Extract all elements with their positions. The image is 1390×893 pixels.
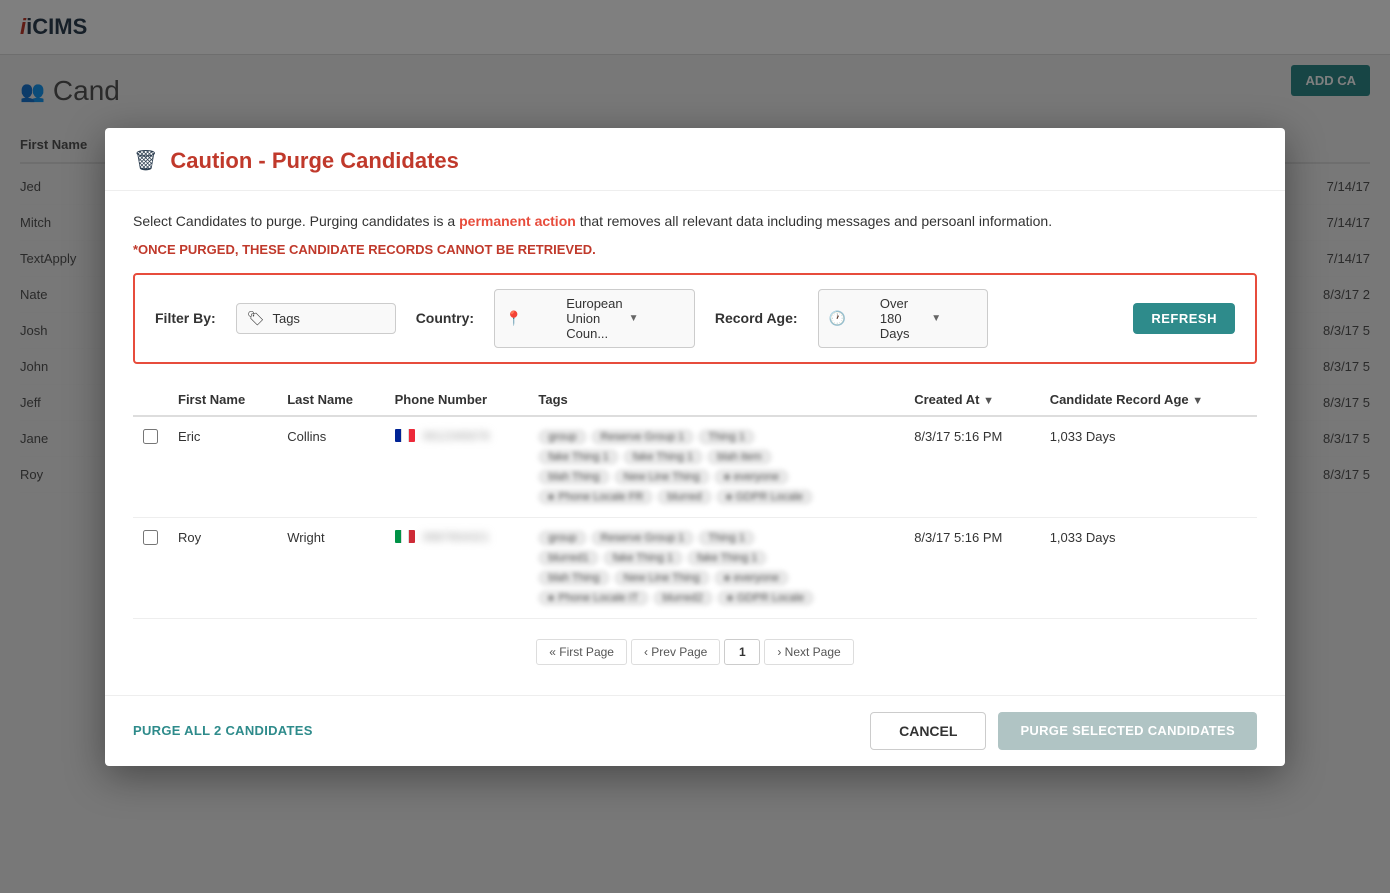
row-checkbox-eric[interactable] <box>143 429 158 444</box>
location-icon: 📍 <box>505 310 560 327</box>
record-age-cell: 1,033 Days <box>1040 416 1257 518</box>
tags-container: group Reserve Group 1 Thing 1 blurred1 f… <box>538 530 818 606</box>
record-age-label: Record Age: <box>715 310 798 326</box>
filter-box: Filter By: 🏷 Tags Country: 📍 European Un… <box>133 273 1257 364</box>
tag-pill-gdpr: GDPR Locale <box>716 489 813 505</box>
country-label: Country: <box>416 310 474 326</box>
first-page-button[interactable]: « First Page <box>536 639 627 665</box>
chevron-down-icon-age: ▼ <box>931 313 976 324</box>
tag-pill: Thing 1 <box>698 530 755 546</box>
record-age-header: Candidate Record Age ▼ <box>1040 384 1257 416</box>
table-body: Eric Collins 0612345678 <box>133 416 1257 619</box>
last-name-header: Last Name <box>277 384 384 416</box>
created-at-header: Created At ▼ <box>904 384 1040 416</box>
checkbox-header <box>133 384 168 416</box>
phone-blurred-text: 0612345678 <box>423 429 490 443</box>
sort-icon-age: ▼ <box>1192 395 1203 407</box>
sort-icon-created: ▼ <box>983 395 994 407</box>
tags-header: Tags <box>528 384 904 416</box>
chevron-down-icon: ▼ <box>629 313 684 324</box>
modal-body: Select Candidates to purge. Purging cand… <box>105 191 1285 695</box>
tag-pill: Thing 1 <box>698 429 755 445</box>
purge-all-link[interactable]: PURGE ALL 2 CANDIDATES <box>133 723 313 738</box>
tag-pill: fake Thing 1 <box>538 449 618 465</box>
tags-container: group Reserve Group 1 Thing 1 fake Thing… <box>538 429 818 505</box>
tag-pill: group <box>538 429 586 445</box>
pagination: « First Page ‹ Prev Page 1 › Next Page <box>133 619 1257 675</box>
tag-pill: fake Thing 1 <box>687 550 767 566</box>
modal-footer: PURGE ALL 2 CANDIDATES CANCEL PURGE SELE… <box>105 695 1285 766</box>
created-at-cell: 8/3/17 5:16 PM <box>904 416 1040 518</box>
filter-by-label: Filter By: <box>155 310 216 326</box>
table-row: Roy Wright 0687654321 <box>133 517 1257 618</box>
purge-selected-button[interactable]: PURGE SELECTED CANDIDATES <box>998 712 1257 750</box>
phone-cell: 0687654321 <box>385 517 529 618</box>
tag-pill: Reserve Group 1 <box>591 530 695 546</box>
tag-pill: blah Thing <box>538 570 609 586</box>
warning-once-text: *ONCE PURGED, THESE CANDIDATE RECORDS CA… <box>133 242 1257 257</box>
tag-pill-icon: Phone Locale FR <box>538 489 653 505</box>
cancel-button[interactable]: CANCEL <box>870 712 986 750</box>
table-header: First Name Last Name Phone Number Tags C… <box>133 384 1257 416</box>
phone-header: Phone Number <box>385 384 529 416</box>
candidates-table: First Name Last Name Phone Number Tags C… <box>133 384 1257 619</box>
created-at-cell: 8/3/17 5:16 PM <box>904 517 1040 618</box>
country-filter-select[interactable]: 📍 European Union Coun... ▼ <box>494 289 695 348</box>
tag-pill: blurred2 <box>653 590 713 606</box>
tag-pill-icon: Phone Locale IT <box>538 590 648 606</box>
tag-pill: New Line Thing <box>614 469 710 485</box>
tags-cell: group Reserve Group 1 Thing 1 fake Thing… <box>528 416 904 518</box>
warning-text: Select Candidates to purge. Purging cand… <box>133 211 1257 232</box>
trash-icon: 🗑 <box>133 148 158 173</box>
tag-pill: blah Thing <box>538 469 609 485</box>
first-name-cell: Roy <box>168 517 277 618</box>
tag-icon: 🏷 <box>247 310 265 327</box>
last-name-cell: Collins <box>277 416 384 518</box>
first-name-cell: Eric <box>168 416 277 518</box>
last-name-cell: Wright <box>277 517 384 618</box>
current-page-number: 1 <box>724 639 760 665</box>
prev-page-button[interactable]: ‹ Prev Page <box>631 639 720 665</box>
record-age-filter-select[interactable]: 🕐 Over 180 Days ▼ <box>818 289 988 348</box>
next-page-button[interactable]: › Next Page <box>764 639 853 665</box>
tag-pill-gdpr: GDPR Locale <box>717 590 814 606</box>
phone-blurred-text: 0687654321 <box>423 530 490 544</box>
phone-cell: 0612345678 <box>385 416 529 518</box>
tag-pill: blah item <box>707 449 772 465</box>
france-flag <box>395 429 415 442</box>
tag-pill: fake Thing 1 <box>623 449 703 465</box>
tag-pill-icon: everyone <box>714 570 789 586</box>
refresh-button[interactable]: REFRESH <box>1133 303 1235 334</box>
modal-dialog: 🗑 Caution - Purge Candidates Select Cand… <box>105 128 1285 766</box>
modal-title: Caution - Purge Candidates <box>170 148 458 174</box>
clock-icon: 🕐 <box>829 310 874 327</box>
tag-pill: blurred <box>657 489 711 505</box>
tag-pill: blurred1 <box>538 550 598 566</box>
modal-overlay: 🗑 Caution - Purge Candidates Select Cand… <box>0 0 1390 893</box>
footer-buttons: CANCEL PURGE SELECTED CANDIDATES <box>870 712 1257 750</box>
tags-filter-input[interactable]: 🏷 Tags <box>236 303 396 334</box>
tag-pill: Reserve Group 1 <box>591 429 695 445</box>
tag-pill: group <box>538 530 586 546</box>
tag-pill-icon: everyone <box>714 469 789 485</box>
table-row: Eric Collins 0612345678 <box>133 416 1257 518</box>
first-name-header: First Name <box>168 384 277 416</box>
tag-pill: New Line Thing <box>614 570 710 586</box>
modal-header: 🗑 Caution - Purge Candidates <box>105 128 1285 191</box>
tags-cell: group Reserve Group 1 Thing 1 blurred1 f… <box>528 517 904 618</box>
row-checkbox-cell <box>133 416 168 518</box>
record-age-cell: 1,033 Days <box>1040 517 1257 618</box>
tag-pill: fake Thing 1 <box>603 550 683 566</box>
italy-flag <box>395 530 415 543</box>
row-checkbox-cell <box>133 517 168 618</box>
row-checkbox-roy[interactable] <box>143 530 158 545</box>
